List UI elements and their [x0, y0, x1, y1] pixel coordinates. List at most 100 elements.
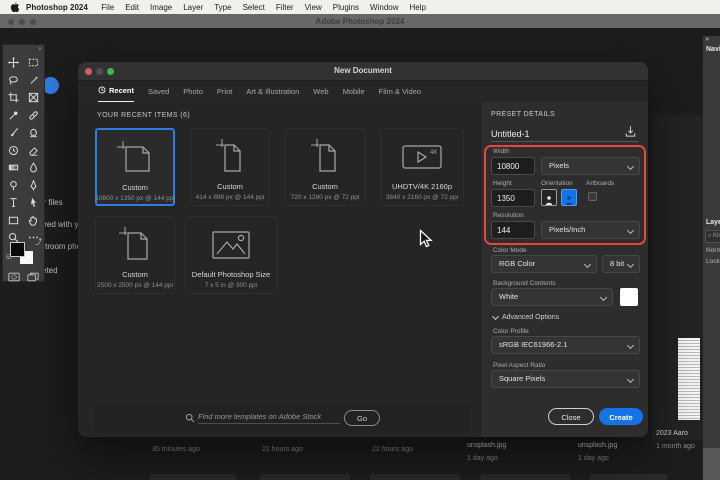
bg-document-thumbnail[interactable]	[678, 338, 700, 420]
layers-kind-filter[interactable]: ⌕ Kind	[705, 230, 720, 243]
tab-photo[interactable]: Photo	[183, 81, 203, 102]
menu-filter[interactable]: Filter	[276, 3, 294, 12]
crop-tool-icon[interactable]	[4, 89, 24, 107]
artboards-checkbox[interactable]	[588, 192, 597, 201]
background-color-swatch[interactable]	[620, 288, 638, 306]
hand-tool-icon[interactable]	[24, 212, 44, 230]
svg-text:4K: 4K	[430, 150, 437, 156]
recent-item-uhdtv-4k[interactable]: 4K UHDTV/4K 2160p 3840 x 2160 px @ 72 pp…	[380, 128, 464, 206]
preset-details-panel: PRESET DETAILS Untitled-1 Width Pixels H…	[480, 102, 648, 437]
go-button[interactable]: Go	[344, 410, 380, 426]
eraser-tool-icon[interactable]	[24, 142, 44, 160]
healing-brush-tool-icon[interactable]	[24, 107, 44, 125]
bit-depth-dropdown[interactable]: 8 bit	[602, 255, 640, 273]
dodge-tool-icon[interactable]	[4, 177, 24, 195]
apple-logo-icon[interactable]	[10, 1, 19, 13]
recent-item-custom-414[interactable]: Custom 414 x 896 px @ 144 ppi	[190, 128, 270, 206]
menu-view[interactable]: View	[305, 3, 322, 12]
bg-next-row-card	[150, 474, 236, 480]
panel-close-icon[interactable]: ✕	[705, 37, 720, 43]
quick-mask-icon[interactable]	[8, 269, 20, 287]
tab-film-video[interactable]: Film & Video	[379, 81, 421, 102]
bg-file-title[interactable]: unsplash.jpg	[578, 442, 617, 449]
recent-items-heading: YOUR RECENT ITEMS (6)	[97, 112, 191, 119]
path-selection-tool-icon[interactable]	[24, 194, 44, 212]
resolution-unit-dropdown[interactable]: Pixels/Inch	[541, 221, 640, 239]
bg-file-title[interactable]: unsplash.jpg	[467, 442, 506, 449]
pixel-aspect-ratio-label: Pixel Aspect Ratio	[493, 362, 546, 369]
orientation-landscape-button[interactable]	[561, 189, 577, 206]
menu-file[interactable]: File	[101, 3, 114, 12]
document-square-icon	[113, 221, 157, 269]
orientation-portrait-button[interactable]	[541, 189, 557, 206]
lasso-tool-icon[interactable]	[4, 72, 24, 90]
blur-tool-icon[interactable]	[24, 159, 44, 177]
gradient-tool-icon[interactable]	[4, 159, 24, 177]
layers-blend-mode[interactable]: Normal	[706, 247, 720, 254]
bg-next-row-card	[370, 474, 460, 480]
menu-edit[interactable]: Edit	[125, 3, 139, 12]
advanced-options-toggle[interactable]: Advanced Options	[491, 312, 559, 321]
pixel-aspect-ratio-dropdown[interactable]: Square Pixels	[491, 370, 640, 388]
menu-layer[interactable]: Layer	[183, 3, 203, 12]
menu-plugins[interactable]: Plugins	[333, 3, 359, 12]
menu-help[interactable]: Help	[410, 3, 426, 12]
document-name-field[interactable]: Untitled-1	[491, 124, 639, 142]
menu-app-name[interactable]: Photoshop 2024	[26, 3, 88, 12]
document-name[interactable]: Untitled-1	[491, 129, 530, 139]
width-unit-dropdown[interactable]: Pixels	[541, 157, 640, 175]
pen-tool-icon[interactable]	[24, 177, 44, 195]
swap-colors-icon[interactable]: ⤴	[35, 237, 42, 247]
foreground-color-swatch[interactable]	[10, 242, 25, 257]
object-selection-tool-icon[interactable]	[24, 72, 44, 90]
tab-recent[interactable]: Recent	[98, 80, 135, 103]
width-input[interactable]	[491, 157, 535, 175]
chevron-down-icon	[626, 375, 635, 384]
recent-item-default-size[interactable]: Default Photoshop Size 7 x 5 in @ 300 pp…	[185, 216, 277, 294]
history-brush-tool-icon[interactable]	[4, 142, 24, 160]
chevron-down-icon	[626, 226, 635, 235]
menu-image[interactable]: Image	[150, 3, 172, 12]
brush-tool-icon[interactable]	[4, 124, 24, 142]
tab-web[interactable]: Web	[313, 81, 328, 102]
bg-file-title[interactable]: 2023 Aaro	[656, 430, 688, 437]
save-preset-icon[interactable]	[624, 125, 637, 143]
toolbar-collapse-icon[interactable]: »	[38, 46, 41, 52]
artboards-label: Artboards	[586, 180, 615, 187]
photoshop-toolbar: » ⤴ ◱	[2, 44, 45, 282]
type-tool-icon[interactable]	[4, 194, 24, 212]
clone-stamp-tool-icon[interactable]	[24, 124, 44, 142]
preset-details-heading: PRESET DETAILS	[491, 111, 556, 118]
tab-print[interactable]: Print	[217, 81, 232, 102]
tab-mobile[interactable]: Mobile	[343, 81, 365, 102]
recent-item-custom-10800[interactable]: Custom 10800 x 1350 px @ 144 ppi	[95, 128, 175, 206]
stock-search-input[interactable]	[198, 410, 340, 424]
move-tool-icon[interactable]	[4, 54, 24, 72]
chevron-down-icon	[626, 162, 635, 171]
bg-file-time: 35 minutes ago	[152, 446, 200, 453]
width-label: Width	[493, 148, 510, 155]
color-profile-dropdown[interactable]: sRGB IEC61966-2.1	[491, 336, 640, 354]
height-input[interactable]	[491, 189, 535, 207]
color-profile-label: Color Profile	[493, 328, 529, 335]
eyedropper-tool-icon[interactable]	[4, 107, 24, 125]
screen-mode-icon[interactable]	[27, 269, 39, 287]
tab-art-illustration[interactable]: Art & Illustration	[246, 81, 299, 102]
clock-icon	[98, 86, 106, 94]
frame-tool-icon[interactable]	[24, 89, 44, 107]
resolution-input[interactable]	[491, 221, 535, 239]
background-contents-dropdown[interactable]: White	[491, 288, 613, 306]
close-button[interactable]: Close	[548, 408, 594, 425]
menu-select[interactable]: Select	[243, 3, 265, 12]
create-button[interactable]: Create	[599, 408, 643, 425]
tab-saved[interactable]: Saved	[148, 81, 169, 102]
rectangle-tool-icon[interactable]	[4, 212, 24, 230]
menu-window[interactable]: Window	[370, 3, 398, 12]
recent-item-custom-2500[interactable]: Custom 2500 x 2500 px @ 144 ppi	[95, 216, 175, 294]
recent-item-custom-720[interactable]: Custom 720 x 1280 px @ 72 ppi	[285, 128, 365, 206]
color-mode-dropdown[interactable]: RGB Color	[491, 255, 597, 273]
menu-type[interactable]: Type	[214, 3, 231, 12]
rectangular-marquee-tool-icon[interactable]	[24, 54, 44, 72]
color-swatches[interactable]: ⤴ ◱	[6, 237, 42, 267]
chevron-down-icon	[583, 260, 592, 269]
